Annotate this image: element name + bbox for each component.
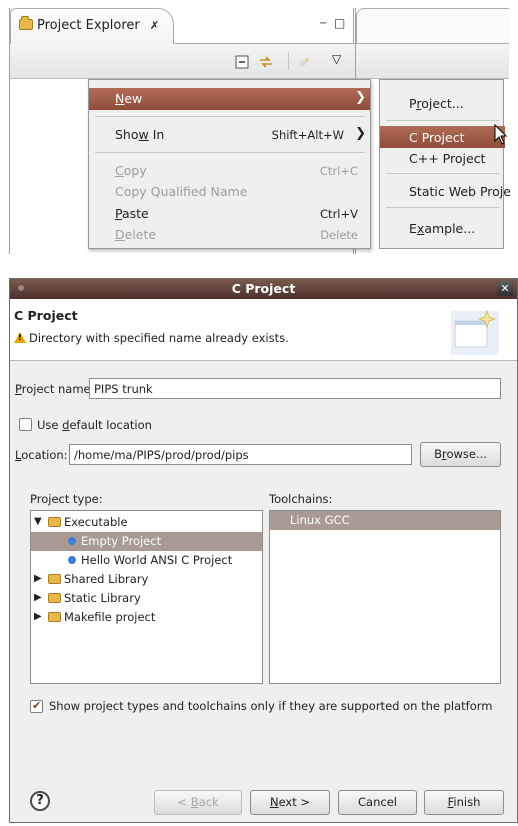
browse-button[interactable]: Browse...: [420, 442, 501, 467]
toolchains-list: Linux GCC: [269, 510, 501, 684]
accelerator: Ctrl+V: [320, 207, 358, 221]
folder-icon: [48, 574, 61, 584]
collapsed-arrow-icon[interactable]: ▶: [34, 573, 42, 584]
toolchains-label: Toolchains:: [269, 492, 333, 506]
wizard-header: C Project: [14, 308, 78, 323]
folder-icon: [48, 593, 61, 603]
menu-item-show-in[interactable]: Show In Shift+Alt+W ❯: [89, 124, 370, 146]
tree-item-static-library[interactable]: ▶ Static Library: [31, 589, 262, 608]
tab-close-icon[interactable]: ✗: [150, 19, 159, 32]
tree-item-hello-world[interactable]: Hello World ANSI C Project: [31, 551, 262, 570]
explorer-toolbar: ▽: [10, 44, 355, 79]
maximize-icon[interactable]: □: [334, 16, 345, 30]
tree-item-makefile-project[interactable]: ▶ Makefile project: [31, 608, 262, 627]
collapsed-arrow-icon[interactable]: ▶: [34, 611, 42, 622]
c-project-dialog: C Project ✕ C Project Directory with spe…: [9, 278, 518, 823]
submenu-item-static-web-project[interactable]: Static Web Proje: [380, 180, 511, 202]
folder-icon: [48, 517, 61, 527]
project-explorer-icon: [19, 16, 33, 30]
folder-icon: [48, 612, 61, 622]
project-item-icon: [68, 537, 76, 545]
collapse-all-icon[interactable]: [235, 55, 249, 69]
project-name-input[interactable]: PIPS trunk: [89, 378, 501, 399]
submenu-item-c-project[interactable]: C Project: [380, 126, 505, 148]
view-menu-icon[interactable]: ▽: [332, 52, 341, 66]
filter-icon[interactable]: [298, 55, 312, 69]
project-item-icon: [68, 556, 76, 564]
dialog-title: C Project: [231, 281, 296, 296]
menu-item-copy-qualified-name[interactable]: Copy Qualified Name: [89, 181, 370, 203]
mouse-cursor-icon: [494, 124, 508, 145]
wizard-banner-image-icon: [451, 309, 499, 355]
menu-item-new[interactable]: New ❯: [89, 88, 370, 110]
accelerator: Shift+Alt+W: [271, 128, 344, 142]
tree-item-empty-project[interactable]: Empty Project: [31, 532, 262, 551]
warning-icon: [14, 332, 26, 343]
menu-item-paste[interactable]: Paste Ctrl+V: [89, 203, 370, 225]
show-supported-label: Show project types and toolchains only i…: [49, 699, 493, 713]
tab-project-explorer[interactable]: Project Explorer ✗: [10, 8, 174, 44]
accelerator: Delete: [320, 228, 358, 242]
help-icon[interactable]: ?: [30, 791, 50, 811]
location-input[interactable]: /home/ma/PIPS/prod/prod/pips: [69, 444, 412, 465]
submenu-item-example[interactable]: Example...: [380, 217, 505, 239]
accelerator: Ctrl+C: [319, 164, 358, 178]
use-default-location-checkbox[interactable]: [19, 418, 32, 431]
wizard-banner: C Project Directory with specified name …: [10, 299, 517, 361]
menu-item-delete[interactable]: Delete Delete: [89, 224, 370, 246]
dialog-titlebar: C Project ✕: [10, 279, 517, 299]
next-button[interactable]: Next >: [250, 790, 330, 815]
project-type-tree: ▼ Executable Empty Project Hello World A…: [30, 510, 263, 684]
submenu-arrow-icon: ❯: [355, 126, 366, 141]
context-menu: New ❯ Show In Shift+Alt+W ❯ Copy Ctrl+C …: [88, 79, 371, 249]
project-type-label: Project type:: [30, 492, 103, 506]
check-mark-icon: ✔: [32, 699, 42, 712]
tree-item-executable[interactable]: ▼ Executable: [31, 513, 262, 532]
collapsed-arrow-icon[interactable]: ▶: [34, 592, 42, 603]
wizard-message: Directory with specified name already ex…: [29, 331, 289, 345]
back-button[interactable]: < Back: [154, 790, 242, 815]
toolchain-item-linux-gcc[interactable]: Linux GCC: [270, 511, 500, 530]
tree-item-shared-library[interactable]: ▶ Shared Library: [31, 570, 262, 589]
cancel-button[interactable]: Cancel: [338, 790, 417, 815]
link-with-editor-icon[interactable]: [259, 55, 273, 69]
show-supported-checkbox[interactable]: ✔: [30, 699, 43, 713]
new-submenu: Project... C Project C++ Project Static …: [379, 79, 511, 249]
minimize-icon[interactable]: −: [319, 18, 327, 29]
submenu-item-project[interactable]: Project...: [380, 92, 505, 114]
submenu-item-cpp-project[interactable]: C++ Project: [380, 147, 505, 169]
expanded-arrow-icon[interactable]: ▼: [34, 516, 42, 527]
menu-item-copy[interactable]: Copy Ctrl+C: [89, 160, 370, 182]
finish-button[interactable]: Finish: [424, 790, 504, 815]
submenu-arrow-icon: ❯: [355, 90, 366, 105]
tab-title: Project Explorer: [37, 18, 140, 33]
close-icon[interactable]: ✕: [497, 281, 513, 296]
